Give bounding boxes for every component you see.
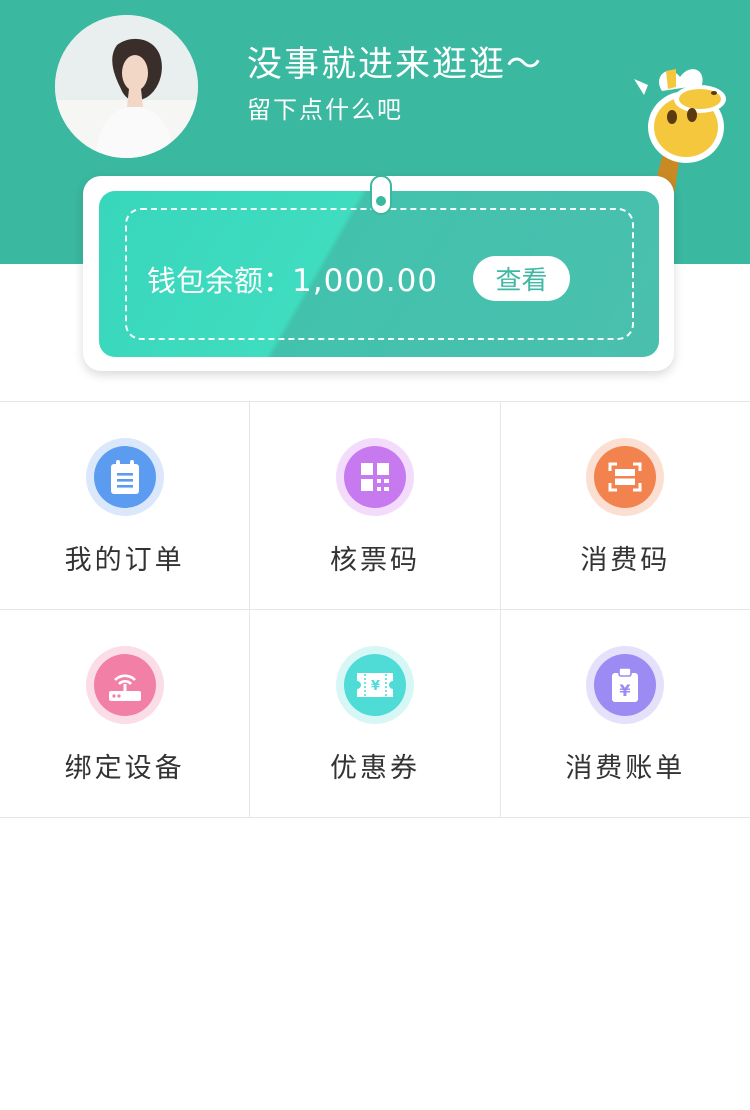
icon-ring: ¥ [586,646,665,724]
menu-label: 我的订单 [64,545,185,576]
menu-item-bill[interactable]: ¥ 消费账单 [501,610,750,817]
menu-label: 消费账单 [565,753,686,784]
wallet-ticket: 钱包余额：1,000.00 查看 [99,191,659,357]
ticket-clip-icon [370,175,392,215]
bill-icon: ¥ [594,654,657,716]
icon-ring: ¥ [335,646,414,724]
router-icon [93,654,156,716]
wallet-balance-amount: 1,000.00 [292,263,439,299]
menu-label: 绑定设备 [64,753,185,784]
greeting-title: 没事就进来逛逛～ [247,45,544,85]
menu-item-coupon[interactable]: ¥ 优惠券 [250,610,501,817]
menu-item-my-orders[interactable]: 我的订单 [0,402,251,609]
order-list-icon [93,446,156,508]
menu-label: 核票码 [329,545,420,576]
svg-text:¥: ¥ [371,679,380,694]
wallet-balance-label: 钱包余额： [147,264,293,298]
wallet-balance: 钱包余额：1,000.00 [147,258,438,300]
icon-ring [335,438,414,516]
qr-code-icon [343,446,406,508]
coupon-icon: ¥ [343,654,406,716]
svg-text:¥: ¥ [620,681,631,700]
scan-icon [594,446,657,508]
wallet-card: 钱包余额：1,000.00 查看 [83,175,674,371]
menu-item-ticket-code[interactable]: 核票码 [250,402,501,609]
icon-ring [85,438,164,516]
greeting-subtitle: 留下点什么吧 [247,96,403,124]
icon-ring [85,646,164,724]
menu-label: 消费码 [580,545,671,576]
menu-item-bind-device[interactable]: 绑定设备 [0,610,251,817]
menu-label: 优惠券 [329,753,420,784]
menu-row: 绑定设备 ¥ 优惠券 ¥ 消费账单 [0,610,750,818]
view-balance-button[interactable]: 查看 [473,256,570,301]
menu-grid: 我的订单 核票码 消费码 绑定设备 ¥ 优惠券 ¥ 消费账单 [0,401,750,818]
avatar-photo-icon [55,15,198,158]
avatar[interactable] [55,15,198,158]
menu-row: 我的订单 核票码 消费码 [0,402,750,610]
icon-ring [586,438,665,516]
menu-item-consume-code[interactable]: 消费码 [501,402,750,609]
giraffe-mascot-icon [634,69,726,195]
